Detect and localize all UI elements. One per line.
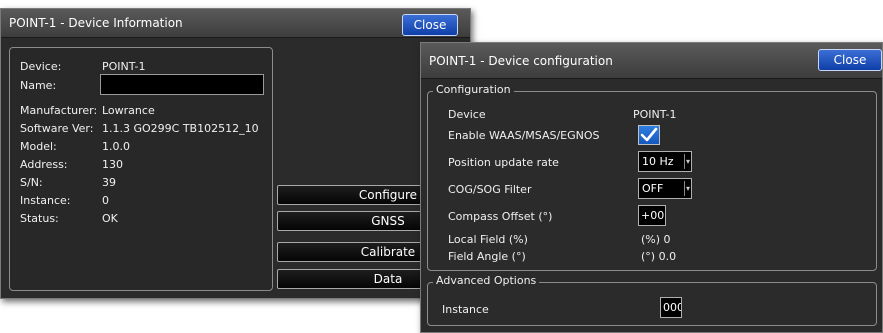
dropdown-arrow-icon: ▾ [684, 181, 691, 196]
software-version-label: Software Ver: [20, 122, 94, 135]
device-info-panel: Device: POINT-1 Name: Manufacturer: Lowr… [9, 47, 273, 291]
instance-label: Instance: [20, 194, 71, 207]
field-angle-label: Field Angle (°) [448, 250, 526, 263]
device-configuration-window: POINT-1 - Device configuration Close Con… [420, 42, 883, 333]
compass-offset-label: Compass Offset (°) [448, 210, 553, 223]
position-rate-label: Position update rate [448, 156, 559, 169]
field-angle-value: (°) 0.0 [641, 250, 677, 263]
serial-number-value: 39 [102, 176, 116, 189]
position-rate-value: 10 Hz [642, 155, 674, 168]
device-information-title: POINT-1 - Device Information [9, 16, 183, 30]
device-value: POINT-1 [633, 108, 677, 121]
cog-sog-filter-label: COG/SOG Filter [448, 183, 532, 196]
instance-label: Instance [442, 303, 489, 316]
name-label: Name: [20, 79, 57, 92]
advanced-options-group: Advanced Options Instance 000 [427, 274, 877, 326]
cog-sog-filter-value: OFF [642, 182, 664, 195]
configuration-group-legend: Configuration [433, 83, 514, 96]
manufacturer-value: Lowrance [102, 104, 155, 117]
device-configuration-close-button[interactable]: Close [818, 49, 882, 71]
device-value: POINT-1 [102, 60, 146, 73]
advanced-options-legend: Advanced Options [433, 274, 540, 287]
device-label: Device: [20, 60, 62, 73]
address-value: 130 [102, 158, 123, 171]
manufacturer-label: Manufacturer: [20, 104, 98, 117]
waas-label: Enable WAAS/MSAS/EGNOS [448, 129, 600, 142]
dropdown-arrow-icon: ▾ [684, 154, 691, 169]
instance-input[interactable]: 000 [660, 297, 682, 318]
compass-offset-input[interactable]: +000 [638, 205, 666, 226]
device-configuration-titlebar: POINT-1 - Device configuration Close [421, 43, 882, 79]
device-label: Device [448, 108, 486, 121]
configuration-group: Configuration Device POINT-1 Enable WAAS… [427, 83, 877, 271]
local-field-label: Local Field (%) [448, 233, 528, 246]
checkmark-icon [640, 127, 658, 142]
serial-number-label: S/N: [20, 176, 43, 189]
status-value: OK [102, 212, 118, 225]
software-version-value: 1.1.3 GO299C TB102512_10 [102, 122, 259, 135]
device-information-window: POINT-1 - Device Information Close Devic… [0, 8, 499, 299]
cog-sog-filter-dropdown[interactable]: OFF ▾ [638, 178, 692, 199]
name-input[interactable] [100, 74, 264, 95]
local-field-value: (%) 0 [641, 233, 671, 246]
device-information-titlebar: POINT-1 - Device Information Close [1, 9, 470, 38]
device-configuration-title: POINT-1 - Device configuration [429, 54, 613, 68]
model-value: 1.0.0 [102, 140, 130, 153]
instance-value: 0 [102, 194, 109, 207]
waas-checkbox[interactable] [638, 125, 660, 145]
address-label: Address: [20, 158, 68, 171]
position-rate-dropdown[interactable]: 10 Hz ▾ [638, 151, 692, 172]
device-information-close-button[interactable]: Close [402, 14, 458, 36]
status-label: Status: [20, 212, 59, 225]
model-label: Model: [20, 140, 57, 153]
